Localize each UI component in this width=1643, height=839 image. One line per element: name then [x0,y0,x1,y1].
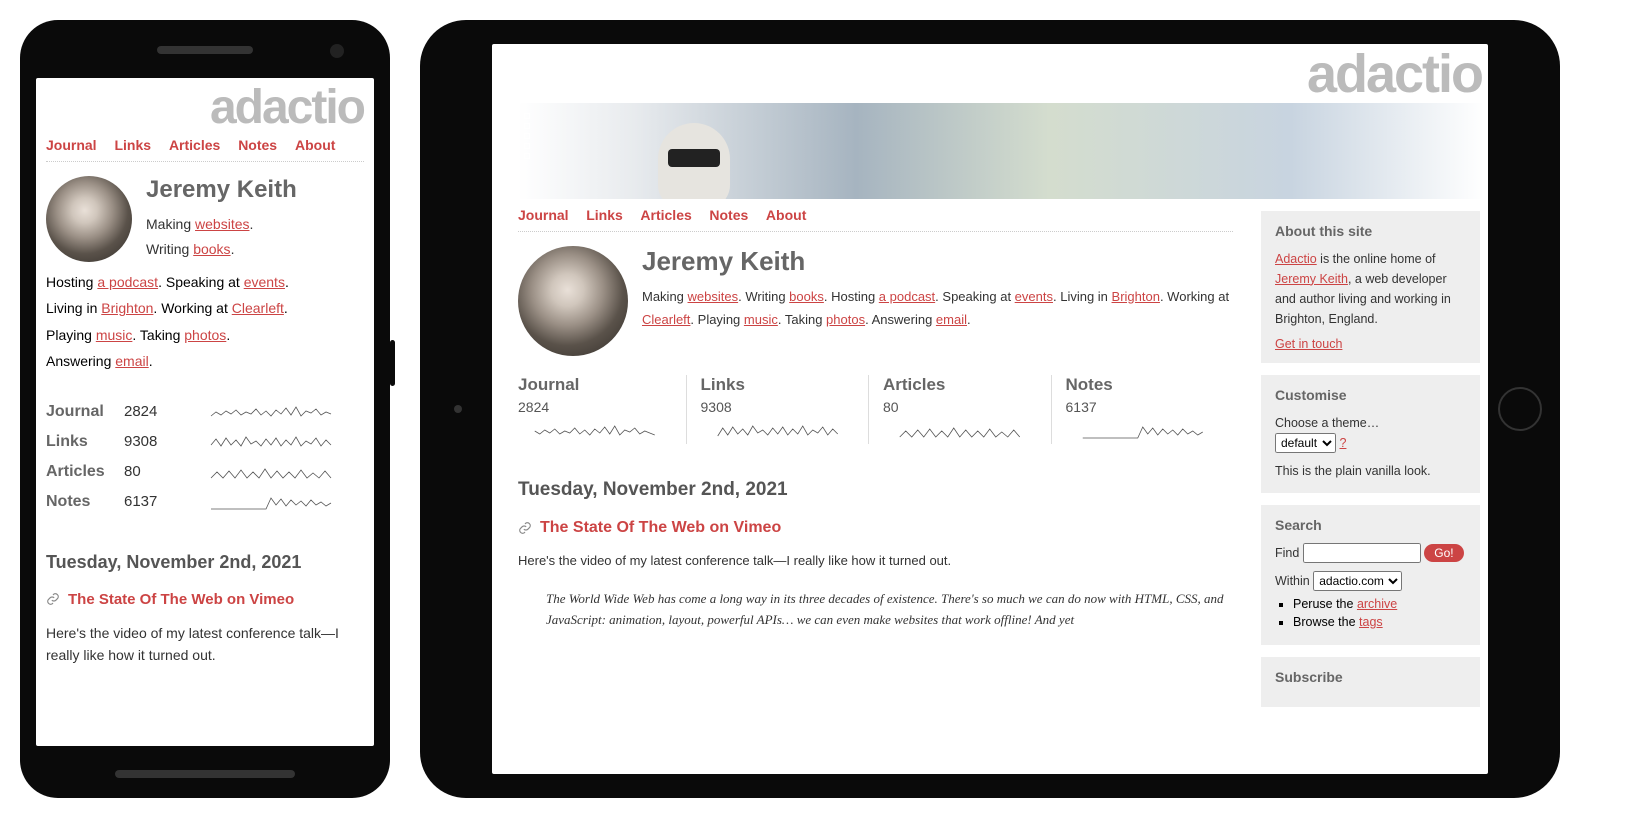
link-clearleft[interactable]: Clearleft [642,312,690,327]
link-books[interactable]: books [789,289,824,304]
nav-bar: Journal Links Articles Notes About [518,199,1233,232]
permalink-icon[interactable] [46,592,60,606]
within-select[interactable]: adactio.com [1313,571,1402,591]
sparkline-icon [518,421,672,441]
post-title[interactable]: The State Of The Web on Vimeo [540,519,781,537]
sparkline-icon [1066,421,1220,441]
list-item: Peruse the archive [1293,597,1466,611]
post-excerpt: Here's the video of my latest conference… [46,622,364,667]
nav-notes[interactable]: Notes [238,137,277,153]
sparkline-icon [701,421,855,441]
post-title[interactable]: The State Of The Web on Vimeo [68,591,294,608]
widget-customise: Customise Choose a theme… default ? This… [1261,375,1480,493]
theme-label: Choose a theme… [1275,413,1466,433]
nav-about[interactable]: About [766,207,806,223]
site-logo[interactable]: adactio [46,86,364,129]
nav-bar: Journal Links Articles Notes About [46,129,364,162]
list-item: Browse the tags [1293,615,1466,629]
post-date: Tuesday, November 2nd, 2021 [518,479,1233,501]
permalink-icon[interactable] [518,521,532,535]
link-events[interactable]: events [1015,289,1053,304]
post-date: Tuesday, November 2nd, 2021 [46,552,364,573]
within-label: Within [1275,574,1310,588]
link-archive[interactable]: archive [1357,597,1397,611]
nav-articles[interactable]: Articles [640,207,691,223]
nav-notes[interactable]: Notes [709,207,748,223]
link-photos[interactable]: photos [826,312,865,327]
phone-device: adactio Journal Links Articles Notes Abo… [20,20,390,798]
post-excerpt: Here's the video of my latest conference… [518,551,1233,572]
link-books[interactable]: books [193,241,230,257]
stats: Journal 2824 Links 9308 Articles 80 Note… [46,397,364,517]
stat-journal[interactable]: Journal 2824 [518,375,686,444]
link-music[interactable]: music [96,327,133,343]
sparkline-icon [178,432,364,452]
site-logo[interactable]: adactio [492,44,1488,99]
author-name: Jeremy Keith [146,176,297,204]
bio-line: Making websites. Writing books. [146,212,297,262]
link-brighton[interactable]: Brighton [101,300,153,316]
theme-desc: This is the plain vanilla look. [1275,461,1466,481]
sparkline-icon [178,402,364,422]
link-events[interactable]: events [244,274,285,290]
stat-journal[interactable]: Journal 2824 [46,397,364,427]
widget-heading: Search [1275,517,1466,533]
link-photos[interactable]: photos [184,327,226,343]
widget-subscribe: Subscribe [1261,657,1480,707]
link-contact[interactable]: Get in touch [1275,337,1342,351]
nav-about[interactable]: About [295,137,335,153]
widget-heading: Subscribe [1275,669,1466,685]
stat-links[interactable]: Links 9308 [46,427,364,457]
link-podcast[interactable]: a podcast [97,274,158,290]
post-quote: The World Wide Web has come a long way i… [546,589,1233,631]
tablet-screen: adactio Journal Links Articles Notes Abo… [492,44,1488,774]
link-adactio[interactable]: Adactio [1275,252,1317,266]
nav-links[interactable]: Links [586,207,623,223]
link-tags[interactable]: tags [1359,615,1383,629]
stat-articles[interactable]: Articles 80 [46,457,364,487]
nav-journal[interactable]: Journal [518,207,569,223]
link-brighton[interactable]: Brighton [1112,289,1160,304]
link-websites[interactable]: websites [688,289,739,304]
avatar[interactable] [518,246,628,356]
link-music[interactable]: music [744,312,778,327]
widget-heading: Customise [1275,387,1466,403]
nav-journal[interactable]: Journal [46,137,97,153]
find-label: Find [1275,546,1299,560]
theme-select[interactable]: default [1275,433,1336,453]
link-email[interactable]: email [115,353,148,369]
nav-articles[interactable]: Articles [169,137,220,153]
search-go-button[interactable]: Go! [1424,544,1463,562]
search-input[interactable] [1303,543,1421,563]
nav-links[interactable]: Links [114,137,151,153]
stat-articles[interactable]: Articles 80 [868,375,1051,444]
link-podcast[interactable]: a podcast [879,289,935,304]
stat-notes[interactable]: Notes 6137 [46,487,364,517]
theme-help-link[interactable]: ? [1339,436,1346,450]
stat-notes[interactable]: Notes 6137 [1051,375,1234,444]
banner-image [518,103,1484,199]
tablet-device: adactio Journal Links Articles Notes Abo… [420,20,1560,798]
stormtrooper-icon [658,123,730,199]
avatar[interactable] [46,176,132,262]
widget-search: Search Find Go! Within adactio.com Perus… [1261,505,1480,645]
stat-links[interactable]: Links 9308 [686,375,869,444]
widget-about: About this site Adactio is the online ho… [1261,211,1480,363]
sparkline-icon [178,492,364,512]
bio-extra: Hosting a podcast. Speaking at events. L… [46,269,364,375]
link-websites[interactable]: websites [195,216,249,232]
author-name: Jeremy Keith [642,246,1233,277]
link-clearleft[interactable]: Clearleft [232,300,284,316]
sparkline-icon [178,462,364,482]
widget-heading: About this site [1275,223,1466,239]
sparkline-icon [883,421,1037,441]
phone-screen: adactio Journal Links Articles Notes Abo… [36,78,374,746]
link-jeremy-keith[interactable]: Jeremy Keith [1275,272,1348,286]
bio-paragraph: Making websites. Writing books. Hosting … [642,285,1233,332]
link-email[interactable]: email [936,312,967,327]
stats: Journal 2824 Links 9308 Articles 80 [518,374,1233,444]
